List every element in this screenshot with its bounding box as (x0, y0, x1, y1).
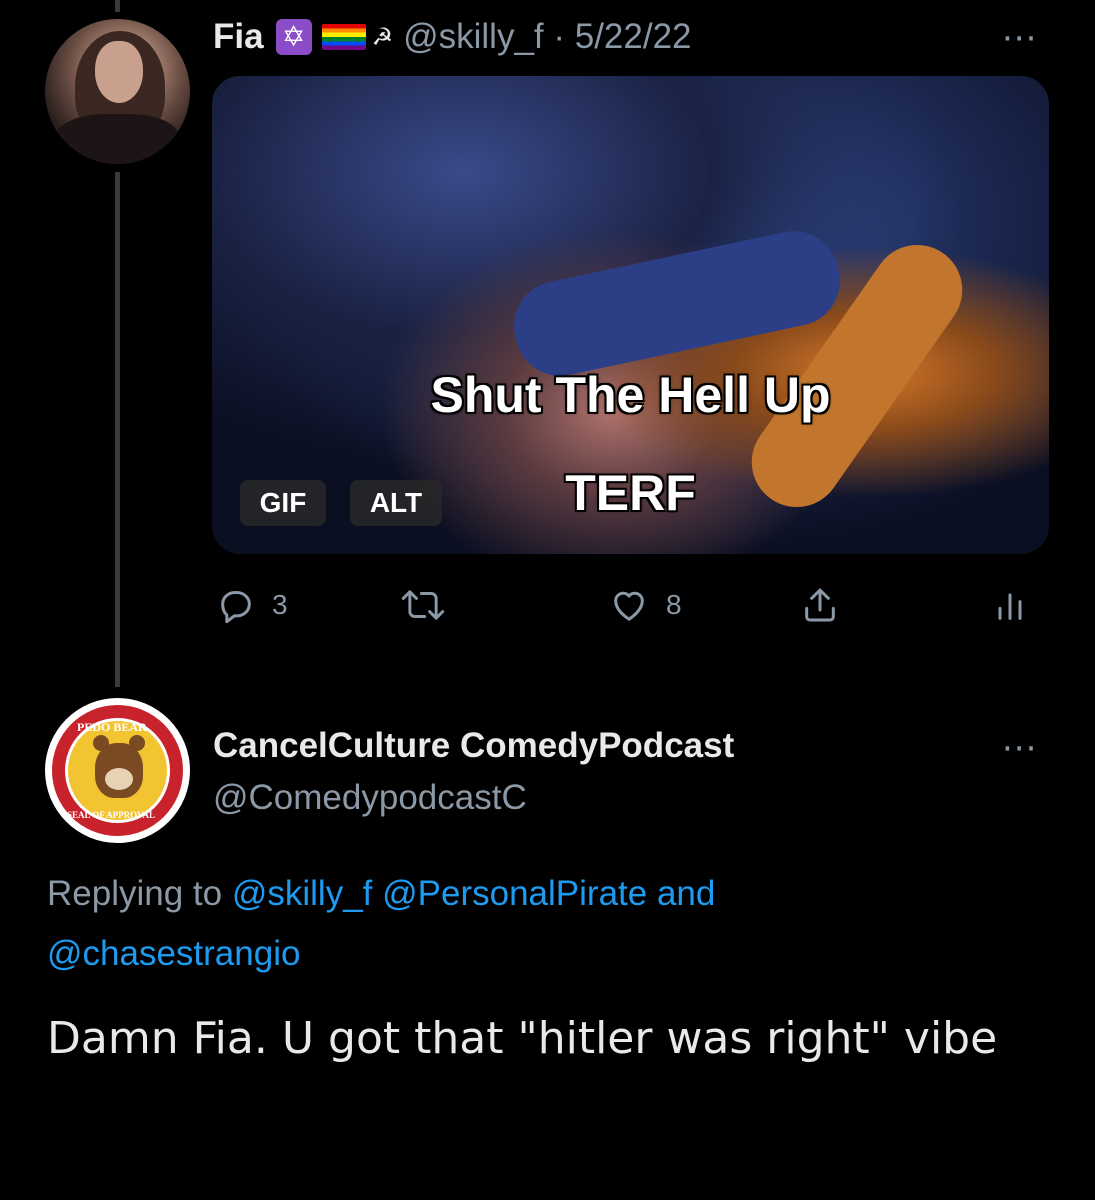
like-count: 8 (666, 589, 682, 620)
mention-link[interactable]: @chasestrangio (47, 934, 300, 973)
heart-icon (614, 591, 644, 621)
seal-text-top: PEDO BEAR (77, 720, 147, 734)
avatar-face (95, 41, 143, 103)
more-options-icon[interactable]: ··· (1002, 732, 1037, 766)
gif-badge: GIF (240, 480, 326, 526)
like-button[interactable]: 8 (608, 583, 682, 627)
share-button[interactable] (800, 583, 840, 627)
thread-connector-line (115, 172, 120, 687)
share-icon (805, 588, 835, 622)
reply-count: 3 (272, 589, 288, 620)
gif-media[interactable]: Shut The Hell Up TERF GIF ALT (212, 76, 1049, 554)
seal-text-bottom: SEAL OF APPROVAL (67, 810, 156, 820)
thread-line-top (115, 0, 120, 12)
handle-and-date[interactable]: @skilly_f · 5/22/22 (403, 17, 691, 57)
more-options-icon[interactable]: ··· (1002, 22, 1037, 56)
hammer-sickle-icon: ☭ (371, 23, 394, 51)
retweet-button[interactable] (400, 583, 446, 627)
media-figure-leg (505, 222, 849, 385)
gif-caption-line1: Shut The Hell Up (430, 367, 831, 423)
reply-button[interactable]: 3 (216, 583, 288, 627)
star-of-david-icon: ✡ (275, 19, 312, 55)
mention-link[interactable]: @skilly_f (232, 874, 373, 913)
replying-prefix: Replying to (47, 874, 223, 913)
avatar-body (55, 114, 180, 164)
display-name[interactable]: CancelCulture ComedyPodcast (213, 726, 734, 766)
tweet-header: Fia ✡ ☭ @skilly_f · 5/22/22 (213, 14, 692, 60)
replying-and[interactable]: and (657, 874, 715, 913)
tweet-text: Damn Fia. U got that "hitler was right" … (47, 1013, 998, 1064)
user-handle[interactable]: @ComedypodcastC (213, 778, 527, 818)
gif-caption-line2: TERF (565, 465, 696, 521)
replying-to: Replying to @skilly_f @PersonalPirate an… (47, 864, 1047, 984)
retweet-icon (401, 590, 445, 620)
mention-link[interactable]: @PersonalPirate (382, 874, 647, 913)
bear-muzzle (105, 768, 133, 790)
display-name[interactable]: Fia (213, 17, 264, 57)
podcast-avatar[interactable]: PEDO BEAR SEAL OF APPROVAL (45, 698, 190, 843)
alt-badge[interactable]: ALT (350, 480, 442, 526)
tweet-action-bar: 3 8 (212, 583, 1049, 627)
reply-icon (221, 591, 251, 624)
avatar[interactable] (45, 19, 190, 164)
analytics-icon (998, 593, 1022, 620)
analytics-button[interactable] (990, 583, 1030, 627)
rainbow-flag-icon (321, 24, 366, 50)
